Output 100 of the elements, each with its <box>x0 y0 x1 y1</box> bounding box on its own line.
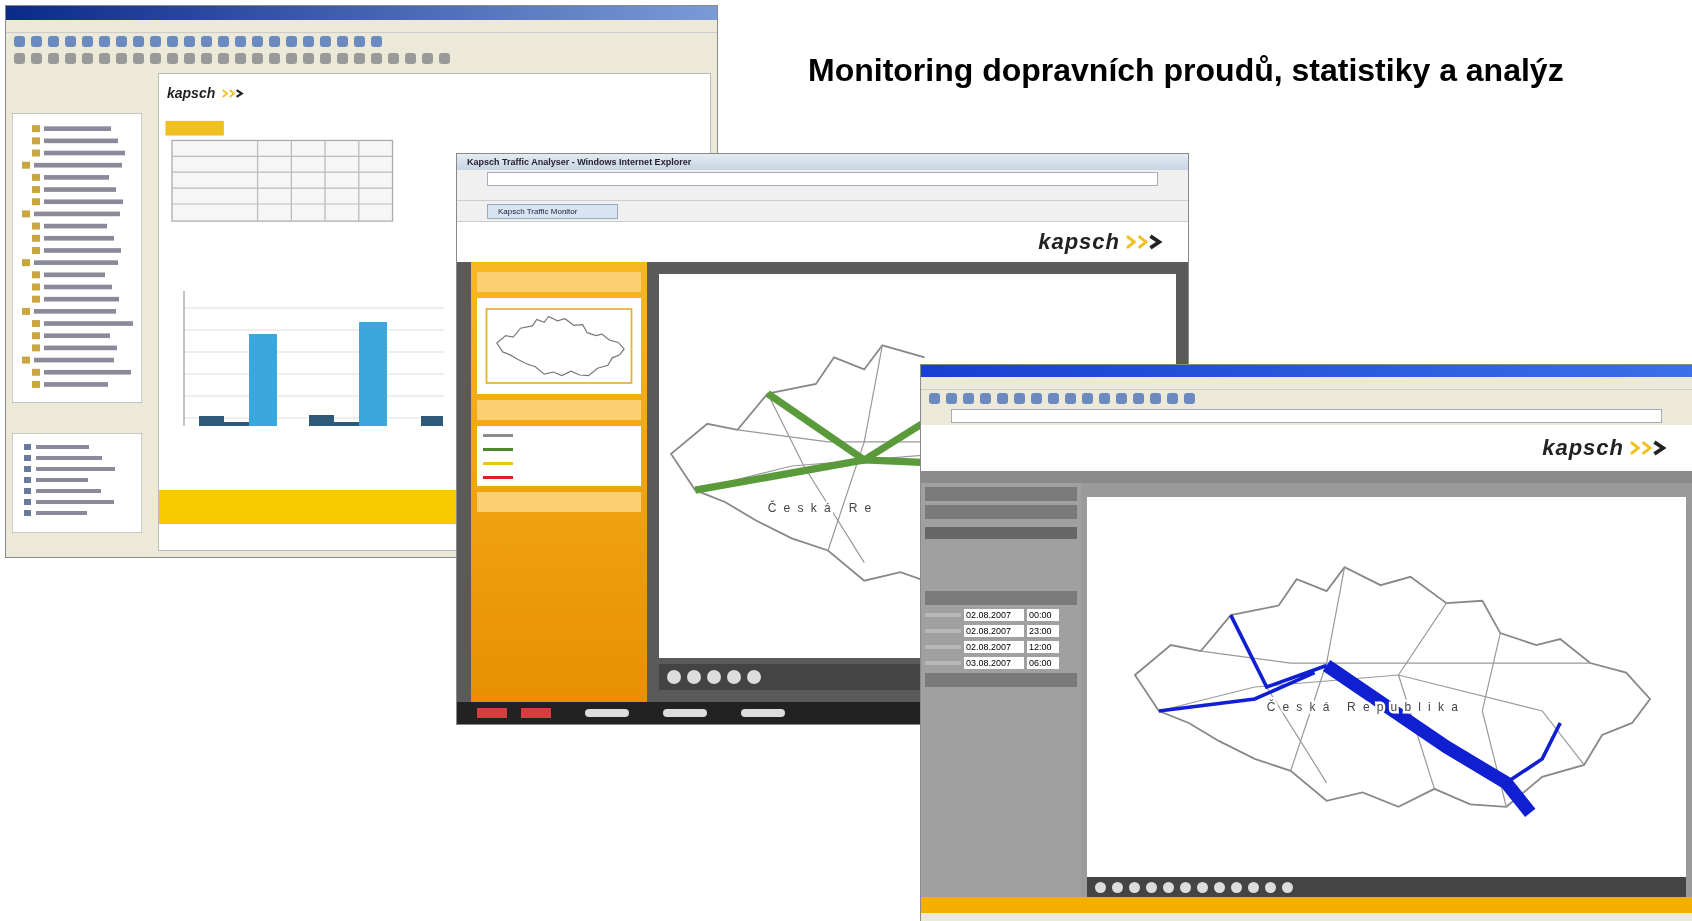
map-tool-icon[interactable] <box>1282 881 1293 893</box>
toolbar-icon[interactable] <box>269 53 280 64</box>
toolbar-icon[interactable] <box>1116 393 1127 404</box>
toolbar-icon[interactable] <box>1150 393 1161 404</box>
toolbar-icon[interactable] <box>405 53 416 64</box>
toolbar-icon[interactable] <box>997 393 1008 404</box>
date-field[interactable]: 02.08.2007 <box>964 609 1024 621</box>
toolbar-icon[interactable] <box>14 36 25 47</box>
map-tool-icon[interactable] <box>1129 881 1140 893</box>
time-field[interactable]: 12:00 <box>1027 641 1059 653</box>
footer-button[interactable] <box>585 709 629 717</box>
toolbar-icon[interactable] <box>82 36 93 47</box>
toolbar-icon[interactable] <box>252 36 263 47</box>
toolbar-icon[interactable] <box>116 53 127 64</box>
map-tool-icon[interactable] <box>687 670 701 684</box>
toolbar-icon[interactable] <box>218 53 229 64</box>
toolbar-icon[interactable] <box>439 53 450 64</box>
map-tool-icon[interactable] <box>707 670 721 684</box>
toolbar-icon[interactable] <box>48 36 59 47</box>
map-tool-icon[interactable] <box>1214 881 1225 893</box>
map-tool-icon[interactable] <box>1146 881 1157 893</box>
toolbar-icon[interactable] <box>337 36 348 47</box>
toolbar-icon[interactable] <box>31 53 42 64</box>
toolbar-icon[interactable] <box>303 36 314 47</box>
toolbar-icon[interactable] <box>133 36 144 47</box>
toolbar-icon[interactable] <box>1014 393 1025 404</box>
toolbar-icon[interactable] <box>167 36 178 47</box>
time-field[interactable]: 00:00 <box>1027 609 1059 621</box>
toolbar-icon[interactable] <box>133 53 144 64</box>
toolbar-icon[interactable] <box>184 53 195 64</box>
toolbar-icon[interactable] <box>303 53 314 64</box>
footer-button[interactable] <box>663 709 707 717</box>
toolbar-icon[interactable] <box>65 53 76 64</box>
logo-text: kapsch <box>167 85 216 101</box>
map-tool-icon[interactable] <box>1095 881 1106 893</box>
toolbar-icon[interactable] <box>201 36 212 47</box>
date-field[interactable]: 03.08.2007 <box>964 657 1024 669</box>
toolbar-icon[interactable] <box>235 53 246 64</box>
map-tool-icon[interactable] <box>1265 881 1276 893</box>
map-tool-icon[interactable] <box>747 670 761 684</box>
address-field[interactable] <box>951 409 1662 423</box>
toolbar-icon[interactable] <box>929 393 940 404</box>
date-field[interactable]: 02.08.2007 <box>964 641 1024 653</box>
toolbar-icon[interactable] <box>286 53 297 64</box>
time-field[interactable]: 06:00 <box>1027 657 1059 669</box>
slide-heading: Monitoring dopravních proudů, statistiky a analýz <box>808 52 1564 89</box>
toolbar-icon[interactable] <box>82 53 93 64</box>
toolbar-icon[interactable] <box>99 36 110 47</box>
map-tool-icon[interactable] <box>1197 881 1208 893</box>
toolbar-icon[interactable] <box>320 53 331 64</box>
toolbar-icon[interactable] <box>980 393 991 404</box>
toolbar-icon[interactable] <box>150 36 161 47</box>
footer-button[interactable] <box>741 709 785 717</box>
toolbar-icon[interactable] <box>1031 393 1042 404</box>
address-field[interactable] <box>487 172 1158 186</box>
toolbar-icon[interactable] <box>946 393 957 404</box>
toolbar-icon[interactable] <box>320 36 331 47</box>
browser-tab[interactable]: Kapsch Traffic Monitor <box>487 203 619 219</box>
toolbar-icon[interactable] <box>99 53 110 64</box>
toolbar-icon[interactable] <box>1048 393 1059 404</box>
toolbar-icon[interactable] <box>31 36 42 47</box>
toolbar-icon[interactable] <box>1099 393 1110 404</box>
map-tool-icon[interactable] <box>1248 881 1259 893</box>
toolbar-icon[interactable] <box>14 53 25 64</box>
toolbar-icon[interactable] <box>65 36 76 47</box>
map-tool-icon[interactable] <box>667 670 681 684</box>
toolbar-icon[interactable] <box>150 53 161 64</box>
map-tool-icon[interactable] <box>1112 881 1123 893</box>
chart-bar <box>421 416 443 426</box>
map-tool-icon[interactable] <box>727 670 741 684</box>
toolbar-icon[interactable] <box>48 53 59 64</box>
toolbar-icon[interactable] <box>371 36 382 47</box>
toolbar-icon[interactable] <box>1167 393 1178 404</box>
map-label: Česká Re <box>767 500 879 515</box>
toolbar-icon[interactable] <box>354 53 365 64</box>
map-tool-icon[interactable] <box>1180 881 1191 893</box>
toolbar-icon[interactable] <box>1065 393 1076 404</box>
toolbar-icon[interactable] <box>1082 393 1093 404</box>
toolbar-icon[interactable] <box>116 36 127 47</box>
toolbar-icon[interactable] <box>235 36 246 47</box>
toolbar-icon[interactable] <box>337 53 348 64</box>
toolbar-icon[interactable] <box>201 53 212 64</box>
toolbar-icon[interactable] <box>1133 393 1144 404</box>
toolbar-icon[interactable] <box>371 53 382 64</box>
map-tool-icon[interactable] <box>1163 881 1174 893</box>
toolbar-icon[interactable] <box>1184 393 1195 404</box>
date-field[interactable]: 02.08.2007 <box>964 625 1024 637</box>
toolbar-icon[interactable] <box>286 36 297 47</box>
toolbar-icon[interactable] <box>354 36 365 47</box>
toolbar-icon[interactable] <box>252 53 263 64</box>
window-title: Kapsch Traffic Analyser - Windows Internet Explorer <box>467 157 692 167</box>
toolbar-icon[interactable] <box>422 53 433 64</box>
toolbar-icon[interactable] <box>963 393 974 404</box>
toolbar-icon[interactable] <box>218 36 229 47</box>
toolbar-icon[interactable] <box>388 53 399 64</box>
toolbar-icon[interactable] <box>167 53 178 64</box>
map-tool-icon[interactable] <box>1231 881 1242 893</box>
toolbar-icon[interactable] <box>269 36 280 47</box>
time-field[interactable]: 23:00 <box>1027 625 1059 637</box>
toolbar-icon[interactable] <box>184 36 195 47</box>
